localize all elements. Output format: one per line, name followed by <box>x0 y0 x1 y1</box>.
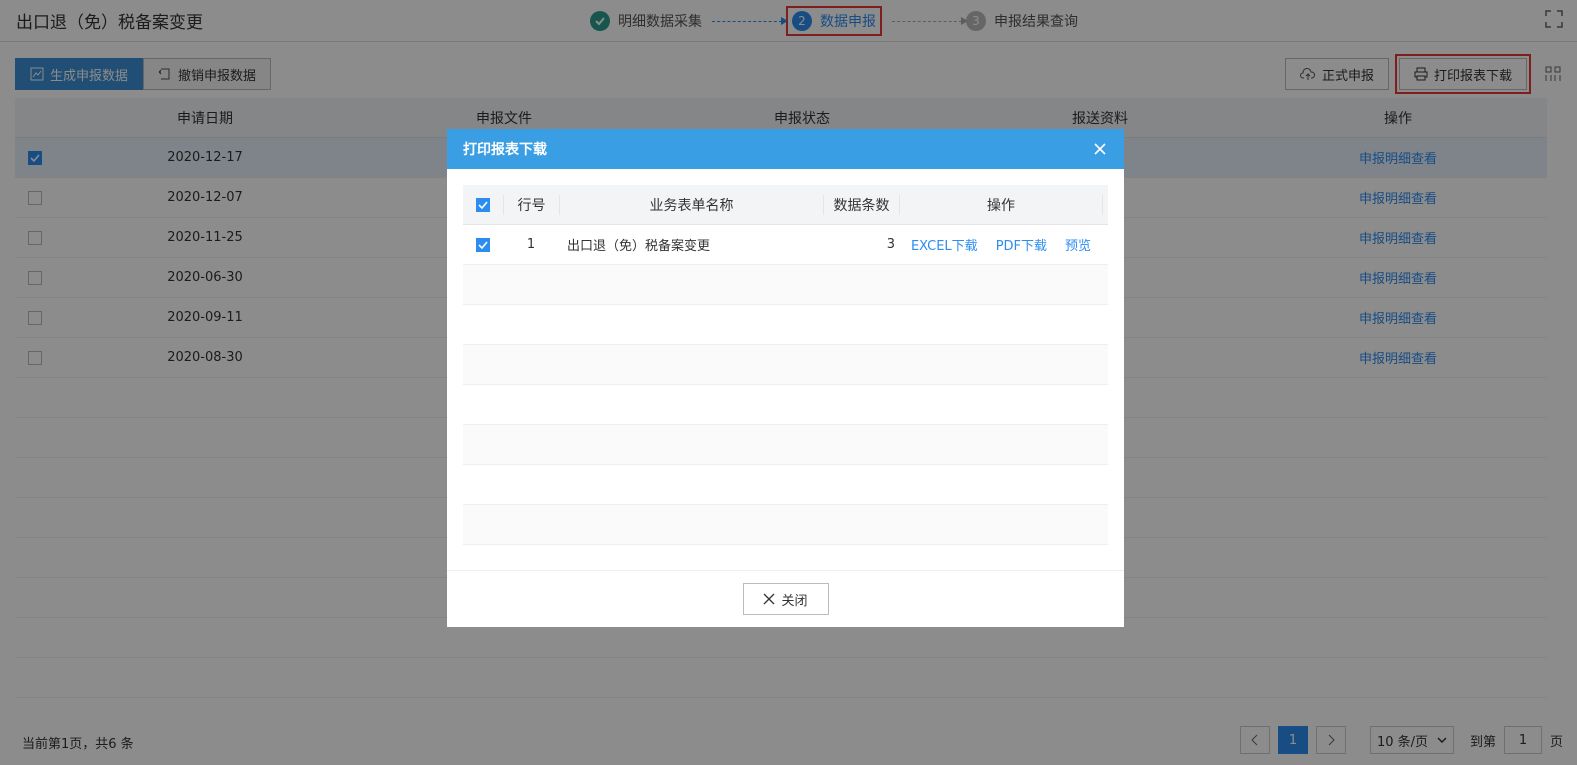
dialog-title: 打印报表下载 <box>463 142 547 158</box>
close-icon <box>764 593 775 605</box>
dialog-header: 打印报表下载 <box>447 129 1124 169</box>
row-count: 3 <box>886 237 895 252</box>
header-operation: 操作 <box>899 194 1103 215</box>
excel-download-link[interactable]: EXCEL下载 <box>911 235 978 254</box>
empty-row <box>463 505 1108 545</box>
dialog-table-header: 行号 业务表单名称 数据条数 操作 <box>463 185 1108 225</box>
header-row-no: 行号 <box>503 194 559 215</box>
pdf-download-link[interactable]: PDF下载 <box>996 235 1047 254</box>
row-checkbox[interactable] <box>476 237 490 252</box>
print-download-dialog: 打印报表下载 行号 业务表单名称 数据条数 操作 1 出口退（免）税备案变更 3… <box>447 129 1124 627</box>
select-all-checkbox[interactable] <box>476 197 490 212</box>
empty-row <box>463 345 1108 385</box>
row-form-name: 出口退（免）税备案变更 <box>567 239 711 254</box>
header-count: 数据条数 <box>823 194 899 215</box>
empty-row <box>463 385 1108 425</box>
dialog-table: 行号 业务表单名称 数据条数 操作 1 出口退（免）税备案变更 3 EXCEL下… <box>463 185 1108 570</box>
preview-link[interactable]: 预览 <box>1065 235 1091 254</box>
empty-row <box>463 265 1108 305</box>
header-form-name: 业务表单名称 <box>559 194 823 215</box>
dialog-footer: 关闭 <box>447 570 1124 627</box>
empty-row <box>463 425 1108 465</box>
close-icon[interactable] <box>1092 141 1108 157</box>
empty-row <box>463 465 1108 505</box>
close-label: 关闭 <box>781 593 808 609</box>
row-no: 1 <box>526 237 536 252</box>
table-row[interactable]: 1 出口退（免）税备案变更 3 EXCEL下载 PDF下载 预览 <box>463 225 1108 265</box>
close-button[interactable]: 关闭 <box>742 583 829 615</box>
empty-row <box>463 305 1108 345</box>
